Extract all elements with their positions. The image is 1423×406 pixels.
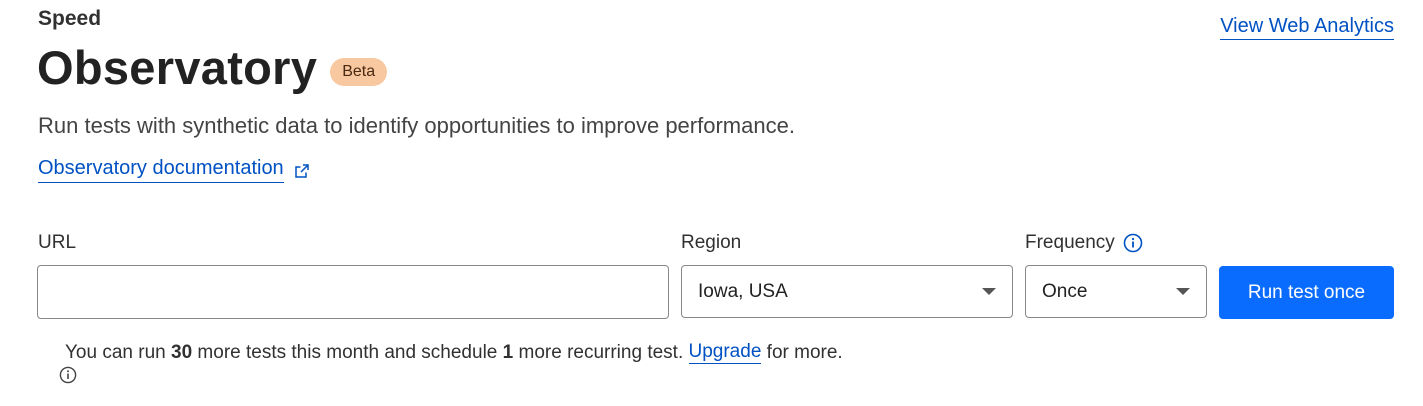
breadcrumb: Speed — [38, 7, 102, 30]
notice-text-1: You can run — [65, 341, 171, 363]
usage-notice: You can run 30 more tests this month and… — [38, 341, 843, 383]
view-web-analytics-link[interactable]: View Web Analytics — [1220, 15, 1394, 40]
notice-text-2: more tests this month and schedule — [192, 341, 503, 363]
chevron-down-icon — [982, 288, 996, 295]
upgrade-link[interactable]: Upgrade — [688, 341, 762, 364]
frequency-select-value: Once — [1042, 280, 1088, 302]
run-test-button[interactable]: Run test once — [1219, 266, 1394, 319]
frequency-select[interactable]: Once — [1025, 265, 1207, 318]
url-input[interactable] — [37, 265, 669, 319]
region-label: Region — [681, 232, 742, 253]
external-link-icon[interactable] — [294, 162, 310, 178]
notice-text-3: more recurring test. — [513, 341, 689, 363]
frequency-label-row: Frequency — [1025, 232, 1143, 254]
documentation-link-row: Observatory documentation — [38, 157, 310, 183]
notice-text-4: for more. — [761, 341, 843, 363]
info-icon — [38, 344, 77, 383]
tests-remaining-count: 30 — [171, 341, 193, 363]
page-title: Observatory — [37, 41, 318, 94]
beta-badge: Beta — [330, 57, 388, 86]
page-subtitle: Run tests with synthetic data to identif… — [38, 113, 795, 138]
region-select[interactable]: Iowa, USA — [681, 265, 1013, 318]
info-icon[interactable] — [1123, 233, 1143, 253]
frequency-label: Frequency — [1025, 232, 1115, 253]
recurring-remaining-count: 1 — [502, 341, 514, 363]
title-row: Observatory Beta — [37, 40, 388, 95]
url-label: URL — [38, 232, 77, 253]
region-select-value: Iowa, USA — [698, 280, 788, 302]
chevron-down-icon — [1176, 288, 1190, 295]
observatory-documentation-link[interactable]: Observatory documentation — [38, 157, 284, 183]
